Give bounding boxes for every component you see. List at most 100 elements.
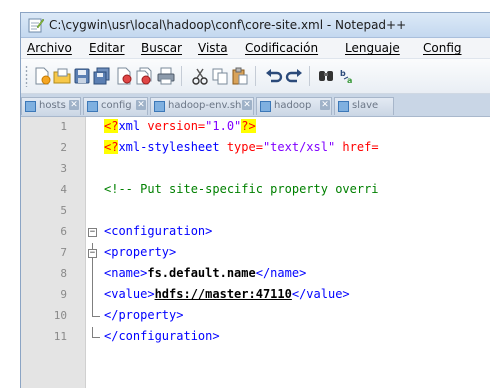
line-number: 1 [60, 120, 67, 133]
tab-close-icon[interactable]: ✕ [136, 100, 146, 110]
fold-end-marker [92, 306, 100, 317]
code-line: 3 [21, 159, 490, 180]
pi-name: xml [118, 119, 148, 133]
xml-tag: <value> [104, 287, 155, 301]
menu-lenguaje[interactable]: Lenguaje [345, 41, 400, 55]
line-content: <value>hdfs://master:47110</value> [104, 287, 350, 301]
line-content: <?xml version="1.0"?> [104, 119, 256, 133]
tab-label: hadoop-env.sh [168, 100, 242, 111]
line-number: 3 [60, 162, 67, 175]
code-line: 8 <name>fs.default.name</name> [21, 264, 490, 285]
toolbar-grip[interactable] [25, 65, 28, 87]
line-number: 11 [53, 330, 67, 343]
new-file-icon[interactable] [33, 67, 51, 85]
attr-name: version= [147, 119, 206, 133]
pi-close: ?> [241, 119, 256, 133]
tab-label: hadoop [274, 100, 312, 111]
attr-name: type= [226, 140, 263, 154]
toolbar-separator [181, 66, 182, 86]
close-icon[interactable] [115, 67, 133, 85]
tab-close-icon[interactable]: ✕ [320, 100, 330, 110]
menu-editar[interactable]: Editar [89, 41, 125, 55]
fold-end-marker [92, 327, 100, 338]
line-number: 2 [60, 141, 67, 154]
line-content: <name>fs.default.name</name> [104, 266, 306, 280]
paste-icon[interactable] [231, 67, 249, 85]
xml-tag: <name> [104, 266, 148, 280]
menu-codificacion[interactable]: Codificación [245, 41, 318, 55]
menu-buscar[interactable]: Buscar [141, 41, 182, 55]
line-number: 8 [60, 267, 67, 280]
line-number: 10 [53, 309, 67, 322]
close-all-icon[interactable] [135, 67, 153, 85]
code-line: 10 </property> [21, 306, 490, 327]
toolbar-separator [255, 66, 256, 86]
line-number: 9 [60, 288, 67, 301]
xml-tag: </value> [291, 287, 350, 301]
comment: <!-- Put site-specific property overri [104, 182, 379, 196]
code-line: 2 <?xml-stylesheet type="text/xsl" href= [21, 138, 490, 159]
code-line: 4 <!-- Put site-specific property overri [21, 180, 490, 201]
save-icon[interactable] [73, 67, 91, 85]
document-icon [338, 101, 349, 112]
code-line: 5 [21, 201, 490, 222]
tab-close-icon[interactable]: ✕ [69, 100, 79, 110]
tab-label: slave [352, 100, 379, 111]
xml-tag: </configuration> [104, 329, 220, 343]
document-icon [87, 101, 98, 112]
code-line: 11 </configuration> [21, 327, 490, 348]
menu-vista[interactable]: Vista [198, 41, 228, 55]
tab-hadoop[interactable]: hadoop ✕ [256, 97, 332, 115]
xml-tag: <property> [104, 245, 177, 259]
notepadpp-window: C:\cygwin\usr\local\hadoop\conf\core-sit… [20, 12, 490, 388]
pi-open: <? [104, 140, 119, 154]
line-number: 5 [60, 204, 67, 217]
code-line: 1 <?xml version="1.0"?> [21, 117, 490, 138]
print-icon[interactable] [157, 67, 175, 85]
menu-bar: Archivo Editar Buscar Vista Codificación… [21, 38, 490, 59]
tab-config[interactable]: config ✕ [83, 97, 148, 115]
line-number: 7 [60, 246, 67, 259]
element-text: fs.default.name [147, 266, 256, 280]
attr-value: "text/xsl" [262, 140, 336, 154]
tab-hadoop-env[interactable]: hadoop-env.sh ✕ [150, 97, 254, 115]
fold-collapse-icon[interactable]: − [88, 249, 97, 258]
tab-bar: hosts ✕ config ✕ hadoop-env.sh ✕ hadoop … [21, 94, 490, 117]
tab-close-icon[interactable]: ✕ [242, 100, 252, 110]
open-file-icon[interactable] [53, 67, 71, 85]
window-title: C:\cygwin\usr\local\hadoop\conf\core-sit… [49, 18, 407, 32]
tab-slaves[interactable]: slave [334, 97, 394, 115]
find-icon[interactable] [317, 67, 335, 85]
xml-tag: </property> [104, 308, 184, 322]
fold-line [92, 285, 104, 306]
tab-label: hosts [39, 100, 66, 111]
editor-area[interactable]: 1 <?xml version="1.0"?> 2 <?xml-styleshe… [21, 117, 490, 388]
menu-archivo[interactable]: Archivo [27, 41, 72, 55]
redo-icon[interactable] [285, 67, 303, 85]
undo-icon[interactable] [265, 67, 283, 85]
code-line: 7 − <property> [21, 243, 490, 264]
menu-configuracion[interactable]: Config [423, 41, 462, 55]
hdfs-link[interactable]: hdfs://master:47110 [155, 287, 292, 301]
line-number: 6 [60, 225, 67, 238]
cut-icon[interactable] [191, 67, 209, 85]
title-bar[interactable]: C:\cygwin\usr\local\hadoop\conf\core-sit… [21, 13, 490, 38]
document-icon [25, 101, 36, 112]
xml-tag: <configuration> [104, 224, 213, 238]
svg-text:b: b [340, 69, 346, 78]
copy-icon[interactable] [211, 67, 229, 85]
attr-name: href= [335, 140, 379, 154]
save-all-icon[interactable] [93, 67, 111, 85]
line-content: <?xml-stylesheet type="text/xsl" href= [104, 140, 379, 154]
fold-line [92, 264, 104, 285]
tab-hosts[interactable]: hosts ✕ [21, 97, 81, 115]
xml-tag: </name> [255, 266, 307, 280]
pi-open: <? [104, 119, 119, 133]
fold-collapse-icon[interactable]: − [88, 228, 97, 237]
replace-icon[interactable]: b a [339, 67, 357, 85]
line-number: 4 [60, 183, 67, 196]
notepadpp-app-icon [28, 18, 44, 33]
code-line: 6 − <configuration> [21, 222, 490, 243]
attr-value: "1.0" [205, 119, 242, 133]
pi-name: xml-stylesheet [118, 140, 227, 154]
